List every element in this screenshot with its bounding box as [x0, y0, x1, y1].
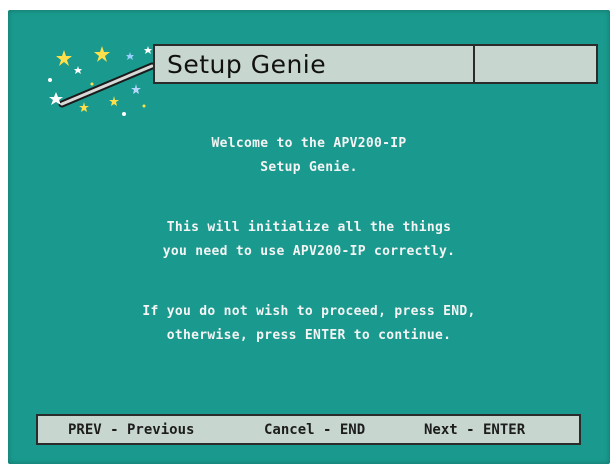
tv-frame: Setup Genie Welcome to the APV200-IP Set… [0, 0, 614, 468]
init-line-1: This will initialize all the things [166, 220, 452, 235]
init-message: This will initialize all the things you … [38, 216, 580, 264]
next-key-hint[interactable]: Next - ENTER [424, 422, 525, 438]
magic-wand-icon [48, 46, 156, 116]
proceed-line-1: If you do not wish to proceed, press END… [142, 304, 476, 319]
window-title: Setup Genie [167, 50, 327, 79]
welcome-message: Welcome to the APV200-IP Setup Genie. [38, 132, 580, 180]
footer-key-bar: PREV - Previous Cancel - END Next - ENTE… [36, 414, 581, 445]
prev-key-hint[interactable]: PREV - Previous [68, 422, 194, 438]
cancel-key-hint[interactable]: Cancel - END [264, 422, 365, 438]
proceed-message: If you do not wish to proceed, press END… [38, 300, 580, 348]
proceed-line-2: otherwise, press ENTER to continue. [166, 328, 452, 343]
title-bar: Setup Genie [153, 44, 598, 84]
setup-genie-screen: Setup Genie Welcome to the APV200-IP Set… [8, 10, 610, 464]
welcome-line-1: Welcome to the APV200-IP [211, 136, 407, 151]
title-divider [473, 46, 475, 82]
welcome-line-2: Setup Genie. [260, 160, 358, 175]
init-line-2: you need to use APV200-IP correctly. [162, 244, 456, 259]
